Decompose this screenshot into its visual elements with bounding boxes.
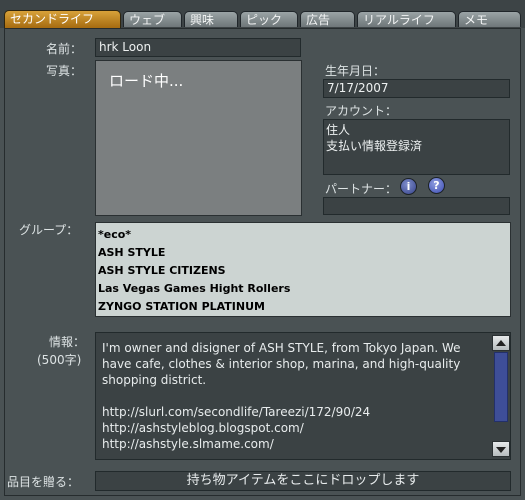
partner-label: パートナー： [325,182,398,196]
help-icon[interactable]: ? [428,177,445,194]
account-type: 住人 [326,123,351,137]
scroll-down-button[interactable] [492,441,510,457]
name-field[interactable]: hrk Loon [95,38,301,57]
give-item-dropzone[interactable]: 持ち物アイテムをここにドロップします [95,471,511,491]
info-icon[interactable]: i [400,178,417,195]
account-label: アカウント： [325,104,398,118]
group-item[interactable]: Las Vegas Games Hight Rollers [98,280,508,298]
photo-loading-text: ロード中... [109,72,184,90]
tab-interests[interactable]: 興味 [184,11,238,27]
group-item[interactable]: ZYNGO STATION PLATINUM [98,298,508,316]
name-label: 名前： [46,42,83,56]
tab-web[interactable]: ウェブ [123,11,182,27]
tab-second-life[interactable]: セカンドライフ [4,10,121,28]
arrow-down-icon [496,447,506,453]
scroll-up-button[interactable] [492,335,510,351]
group-item[interactable]: ASH STYLE [98,244,508,262]
profile-photo[interactable]: ロード中... [95,60,302,216]
photo-label: 写真： [46,64,83,78]
about-scrollbar[interactable] [492,335,510,457]
born-label: 生年月日： [325,64,386,78]
group-item[interactable]: *eco* [98,226,508,244]
tab-notes[interactable]: メモ [458,11,521,27]
give-item-label: 品目を贈る： [7,475,80,489]
account-payment: 支払い情報登録済 [326,139,423,153]
tab-picks[interactable]: ピック [240,11,298,27]
arrow-up-icon [496,340,506,346]
about-limit: (500字) [37,353,82,367]
tab-classifieds[interactable]: 広告 [300,11,355,27]
groups-list[interactable]: *eco* ASH STYLE ASH STYLE CITIZENS Las V… [95,222,511,317]
born-field[interactable]: 7/17/2007 [323,79,510,98]
groups-label: グループ： [19,223,79,237]
account-field[interactable]: 住人 支払い情報登録済 [323,119,510,175]
partner-field[interactable] [323,197,510,215]
group-item[interactable]: ASH STYLE CITIZENS [98,262,508,280]
about-text: I'm owner and disigner of ASH STYLE, fro… [102,341,461,451]
tab-real-life[interactable]: リアルライフ [357,11,456,27]
about-textarea[interactable]: I'm owner and disigner of ASH STYLE, fro… [95,332,511,460]
scroll-thumb[interactable] [494,352,508,422]
tab-bar: セカンドライフ ウェブ 興味 ピック 広告 リアルライフ メモ [0,0,525,28]
about-label: 情報： [49,335,86,349]
